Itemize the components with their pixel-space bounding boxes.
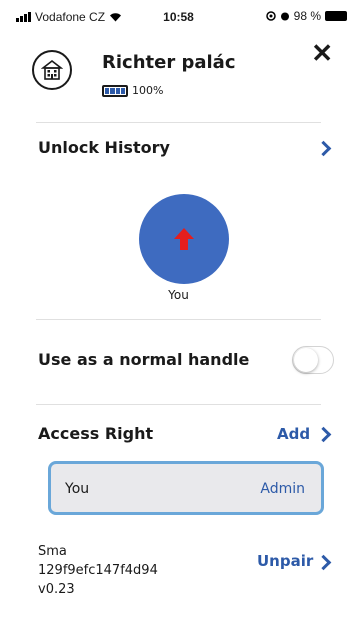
divider (36, 319, 321, 320)
device-name: Sma (38, 544, 67, 559)
close-button[interactable]: ✕ (311, 40, 333, 66)
access-user-name: You (65, 481, 90, 497)
normal-handle-label: Use as a normal handle (38, 350, 250, 369)
building-icon (32, 50, 72, 90)
divider (36, 122, 321, 123)
toggle-knob (294, 348, 318, 372)
add-chevron-icon[interactable] (315, 426, 332, 443)
unlock-button[interactable] (139, 194, 229, 284)
access-right-title: Access Right (38, 424, 154, 443)
lock-battery: 100% (102, 84, 163, 97)
unpair-button[interactable]: Unpair (257, 552, 313, 570)
lock-header: Richter palác 100% (32, 50, 332, 105)
unlock-history-title: Unlock History (38, 138, 170, 157)
last-unlock-user: You (168, 288, 189, 302)
location-icon (265, 11, 276, 21)
divider (36, 404, 321, 405)
phone-battery-icon (325, 11, 347, 21)
add-access-button[interactable]: Add (277, 425, 310, 443)
unlock-history-chevron-icon[interactable] (315, 140, 332, 157)
alarm-icon (280, 12, 289, 21)
lock-title: Richter palác (102, 52, 236, 73)
normal-handle-toggle[interactable] (292, 346, 334, 374)
access-entry[interactable]: You Admin (48, 461, 324, 515)
device-version: v0.23 (38, 582, 75, 597)
access-user-role: Admin (260, 481, 305, 497)
battery-percent: 98 % (293, 9, 321, 23)
unpair-chevron-icon[interactable] (315, 554, 332, 571)
status-right: 98 % (265, 9, 347, 23)
status-bar: Vodafone CZ 10:58 98 % (0, 0, 357, 34)
arrow-up-icon (174, 228, 194, 250)
battery-level: 100% (132, 84, 164, 97)
battery-icon (102, 84, 128, 97)
device-id: 129f9efc147f4d94 (38, 563, 158, 578)
